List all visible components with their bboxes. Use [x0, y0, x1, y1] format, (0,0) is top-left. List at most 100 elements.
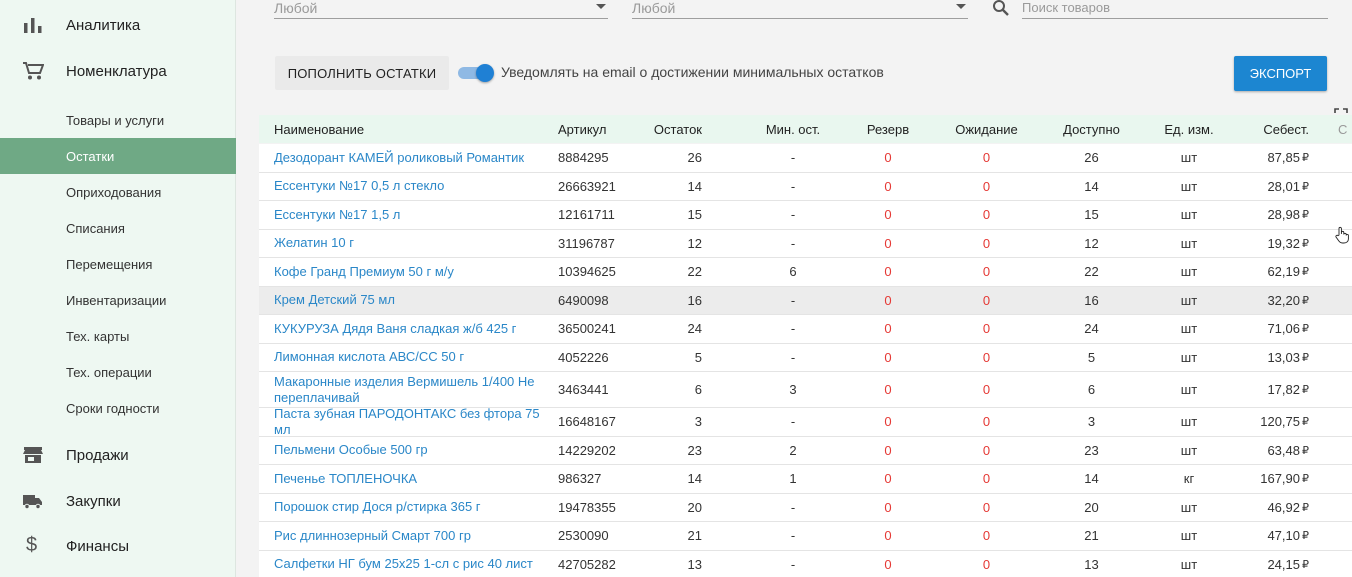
- header-cost[interactable]: Себест.: [1209, 115, 1309, 143]
- product-name-link[interactable]: КУКУРУЗА Дядя Ваня сладкая ж/б 425 г: [274, 315, 554, 343]
- table-row[interactable]: Ессентуки №17 0,5 л стекло 26663921 14 - 0 0 1…: [259, 172, 1352, 201]
- cell-pending: 0: [982, 499, 991, 515]
- table-row[interactable]: Лимонная кислота АВС/СС 50 г 4052226 5 - 0 0 5…: [259, 343, 1352, 372]
- currency-symbol: ₽: [1302, 294, 1309, 307]
- restock-button[interactable]: ПОПОЛНИТЬ ОСТАТКИ: [275, 56, 449, 90]
- sidebar-subitem-label: Тех. операции: [66, 364, 152, 380]
- product-name-link[interactable]: Рис длиннозерный Смарт 700 гр: [274, 522, 554, 550]
- sidebar-subitem-stock[interactable]: Остатки: [0, 138, 236, 174]
- cell-pending: 0: [982, 207, 991, 223]
- cell-min-stock: -: [790, 235, 796, 251]
- table-row[interactable]: Рис длиннозерный Смарт 700 гр 2530090 21 - 0…: [259, 522, 1352, 551]
- sidebar-subitem-tech-cards[interactable]: Тех. карты: [0, 318, 236, 354]
- cell-reserve: 0: [884, 178, 892, 194]
- header-sku[interactable]: Артикул: [558, 115, 606, 143]
- cell-available: 26: [1084, 150, 1099, 166]
- product-name-link[interactable]: Паста зубная ПАРОДОНТАКС без фтора 75 мл: [274, 406, 554, 437]
- cell-pending: 0: [982, 264, 991, 280]
- chevron-down-icon: [956, 4, 966, 9]
- cell-reserve: 0: [884, 207, 892, 223]
- notify-toggle[interactable]: [458, 64, 494, 82]
- cell-min-stock: -: [790, 150, 796, 166]
- table-row[interactable]: Печенье ТОПЛЕНОЧКА 986327 14 1 0 0 14 кг 167,90 ₽: [259, 465, 1352, 494]
- sidebar: Аналитика Номенклатура Товары и услуги О…: [0, 0, 236, 577]
- cell-min-stock: -: [790, 556, 796, 572]
- sidebar-subitem-receipts[interactable]: Оприходования: [0, 174, 236, 210]
- product-name-link[interactable]: Порошок стир Дося р/стирка 365 г: [274, 494, 554, 522]
- filter-select-1[interactable]: Любой: [274, 0, 608, 19]
- sidebar-item-nomenclature[interactable]: Номенклатура: [0, 49, 236, 93]
- sidebar-item-sales[interactable]: Продажи: [0, 433, 236, 477]
- cell-cost: 87,85 ₽: [1189, 144, 1309, 172]
- cell-cost: 120,75 ₽: [1189, 408, 1309, 436]
- sidebar-subitem-tech-ops[interactable]: Тех. операции: [0, 354, 236, 390]
- cost-value: 62,19: [1267, 264, 1300, 280]
- sidebar-item-analytics[interactable]: Аналитика: [0, 3, 236, 47]
- product-name-link[interactable]: Ессентуки №17 0,5 л стекло: [274, 173, 554, 201]
- cell-stock: 26: [687, 150, 702, 166]
- product-name-link[interactable]: Дезодорант КАМЕЙ роликовый Романтик: [274, 144, 554, 172]
- cell-reserve: 0: [884, 150, 892, 166]
- product-name-link[interactable]: Желатин 10 г: [274, 230, 554, 258]
- header-available[interactable]: Доступно: [1039, 115, 1144, 143]
- cell-cost: 24,15 ₽: [1189, 551, 1309, 577]
- table-row[interactable]: Ессентуки №17 1,5 л 12161711 15-0 0 15 шт 28,9…: [259, 201, 1352, 230]
- table-row[interactable]: Макаронные изделия Вермишель 1/400 Не пе…: [259, 372, 1352, 408]
- cell-sku: 26663921: [558, 178, 616, 194]
- table-row[interactable]: Салфетки НГ бум 25х25 1-сл с рис 40 лист…: [259, 550, 1352, 577]
- product-name-link[interactable]: Лимонная кислота АВС/СС 50 г: [274, 344, 554, 372]
- cell-cost: 32,20 ₽: [1189, 287, 1309, 315]
- table-row[interactable]: Желатин 10 г 31196787 12-0 0 12 шт 19,32 ₽: [259, 229, 1352, 258]
- notify-label: Уведомлять на email о достижении минимал…: [501, 64, 884, 80]
- header-min-stock[interactable]: Мин. ост.: [739, 115, 847, 143]
- product-name-link[interactable]: Макаронные изделия Вермишель 1/400 Не пе…: [274, 372, 554, 407]
- table-row[interactable]: Порошок стир Дося р/стирка 365 г 19478355…: [259, 493, 1352, 522]
- export-button[interactable]: ЭКСПОРТ: [1234, 56, 1327, 91]
- sidebar-subitem-label: Оприходования: [66, 184, 162, 200]
- table-row[interactable]: Дезодорант КАМЕЙ роликовый Романтик 88842…: [259, 144, 1352, 173]
- header-pending[interactable]: Ожидание: [934, 115, 1039, 143]
- cell-reserve: 0: [884, 499, 892, 515]
- cost-value: 32,20: [1267, 292, 1300, 308]
- product-name-link[interactable]: Кофе Гранд Премиум 50 г м/у: [274, 258, 554, 286]
- cell-sku: 10394625: [558, 264, 616, 280]
- cell-stock: 24: [687, 321, 702, 337]
- sidebar-subitem-label: Тех. карты: [66, 328, 130, 344]
- sidebar-subitem-goods[interactable]: Товары и услуги: [0, 102, 236, 138]
- cell-pending: 0: [982, 528, 991, 544]
- cell-cost: 63,48 ₽: [1189, 437, 1309, 465]
- filter-select-2[interactable]: Любой: [632, 0, 968, 19]
- hand-cursor-icon: [1335, 226, 1349, 244]
- cell-stock: 3: [694, 414, 702, 430]
- header-name[interactable]: Наименование: [274, 115, 364, 143]
- sidebar-subitem-expiry[interactable]: Сроки годности: [0, 390, 236, 426]
- cost-value: 87,85: [1267, 150, 1300, 166]
- sidebar-subitem-writeoffs[interactable]: Списания: [0, 210, 236, 246]
- product-name-link[interactable]: Салфетки НГ бум 25х25 1-сл с рис 40 лист: [274, 551, 554, 577]
- sidebar-subitem-label: Списания: [66, 220, 125, 236]
- table-row[interactable]: Паста зубная ПАРОДОНТАКС без фтора 75 мл…: [259, 406, 1352, 437]
- product-name-link[interactable]: Пельмени Особые 500 гр: [274, 437, 554, 465]
- table-row[interactable]: Крем Детский 75 мл 6490098 16-0 0 16 шт 32,20 ₽: [259, 286, 1352, 315]
- sidebar-item-purchases[interactable]: Закупки: [0, 479, 236, 523]
- table-row[interactable]: КУКУРУЗА Дядя Ваня сладкая ж/б 425 г 3650…: [259, 315, 1352, 344]
- sidebar-item-finance[interactable]: $ Финансы: [0, 524, 236, 568]
- product-name-link[interactable]: Ессентуки №17 1,5 л: [274, 201, 554, 229]
- cell-reserve: 0: [884, 382, 892, 397]
- cell-available: 22: [1084, 264, 1099, 280]
- table-row[interactable]: Пельмени Особые 500 гр 14229202 23 2 0 0 23 шт 6…: [259, 436, 1352, 465]
- search-input[interactable]: Поиск товаров: [1022, 0, 1328, 19]
- sidebar-subitem-inventory[interactable]: Инвентаризации: [0, 282, 236, 318]
- sidebar-subitem-transfers[interactable]: Перемещения: [0, 246, 236, 282]
- cell-min-stock: -: [790, 178, 796, 194]
- cell-min-stock: -: [790, 292, 796, 308]
- table-row[interactable]: Кофе Гранд Премиум 50 г м/у 10394625 22 6 0 0…: [259, 258, 1352, 287]
- product-name-link[interactable]: Печенье ТОПЛЕНОЧКА: [274, 465, 554, 493]
- cell-cost: 28,01 ₽: [1189, 173, 1309, 201]
- header-reserve[interactable]: Резерв: [839, 115, 937, 143]
- product-name-link[interactable]: Крем Детский 75 мл: [274, 287, 554, 315]
- cell-stock: 13: [687, 556, 702, 572]
- cell-stock: 15: [687, 207, 702, 223]
- cell-pending: 0: [982, 292, 991, 308]
- header-stock[interactable]: Остаток: [639, 115, 702, 143]
